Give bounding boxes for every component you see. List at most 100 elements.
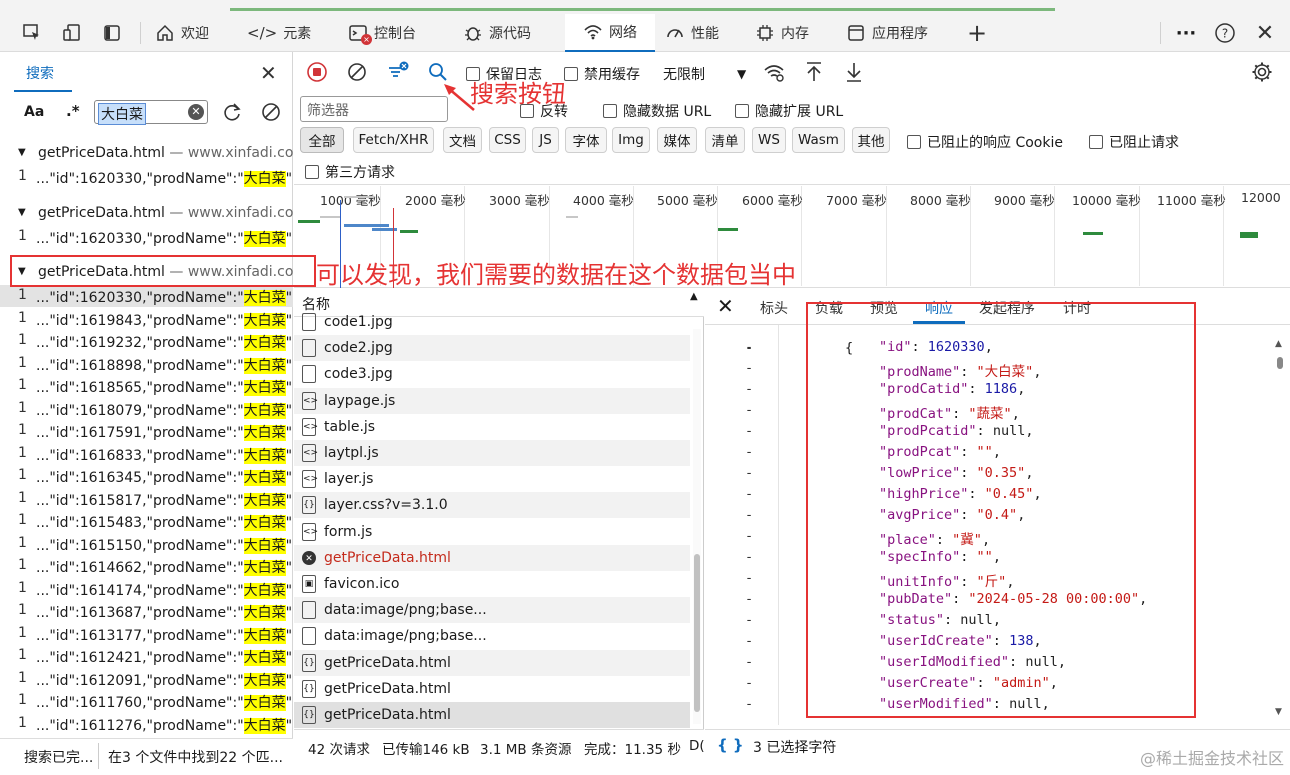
tab-performance[interactable]: 性能 (665, 14, 719, 52)
type-filter-other[interactable]: 其他 (852, 127, 890, 153)
filter-input[interactable]: 筛选器 (300, 96, 448, 122)
network-conditions-icon[interactable] (762, 60, 786, 84)
search-match-line[interactable]: 1 ..."id":1620330,"prodName":"大白菜",... (0, 166, 293, 188)
scrollbar-thumb[interactable] (694, 554, 700, 712)
search-panel-title[interactable]: 搜索 (26, 63, 54, 83)
search-match-line[interactable]: 1 ..."id":1619232,"prodName":"大白菜", (0, 330, 293, 352)
export-har-icon[interactable] (842, 60, 866, 84)
request-row[interactable]: code2.jpg (294, 335, 690, 362)
request-row[interactable]: {} getPriceData.html (294, 649, 690, 676)
type-filter-ws[interactable]: WS (752, 127, 786, 153)
tab-application[interactable]: 应用程序 (846, 14, 928, 52)
import-har-icon[interactable] (802, 60, 826, 84)
tab-payload[interactable]: 负载 (815, 298, 843, 318)
request-row[interactable]: {} layer.css?v=3.1.0 (294, 492, 690, 519)
clear-results-icon[interactable] (259, 100, 283, 124)
blocked-requests-checkbox[interactable]: 已阻止请求 (1089, 132, 1179, 152)
record-stop-icon[interactable] (306, 61, 328, 83)
tab-headers[interactable]: 标头 (760, 298, 788, 318)
tab-network[interactable]: 网络 (565, 14, 655, 52)
search-match-line[interactable]: 1 ..."id":1613687,"prodName":"大白菜", (0, 600, 293, 622)
request-row[interactable]: <> layer.js (294, 466, 690, 492)
request-row[interactable]: data:image/png;base... (294, 623, 690, 649)
hide-data-url-checkbox[interactable]: 隐藏数据 URL (603, 101, 711, 121)
request-row[interactable]: <> laytpl.js (294, 440, 690, 466)
blocked-cookie-checkbox[interactable]: 已阻止的响应 Cookie (907, 132, 1063, 152)
regex-toggle[interactable]: .* (66, 102, 80, 120)
tab-memory[interactable]: 内存 (755, 14, 809, 52)
tab-timing[interactable]: 计时 (1063, 298, 1091, 318)
scroll-down-icon[interactable]: ▼ (1275, 707, 1282, 717)
request-row[interactable]: <> laypage.js (294, 387, 690, 414)
tab-welcome[interactable]: 欢迎 (155, 14, 209, 52)
search-match-line[interactable]: 1 ..."id":1618079,"prodName":"大白菜", (0, 398, 293, 420)
more-menu-icon[interactable]: ··· (1174, 22, 1198, 44)
filter-toggle-icon[interactable] (386, 60, 410, 84)
request-row[interactable]: ✕ getPriceData.html (294, 544, 690, 571)
search-match-line[interactable]: 1 ..."id":1617591,"prodName":"大白菜", (0, 420, 293, 442)
search-result-file[interactable]: ▼ getPriceData.html — www.xinfadi.co... (0, 143, 293, 165)
dock-side-icon[interactable] (100, 22, 124, 44)
type-filter-js[interactable]: JS (532, 127, 559, 153)
search-match-line[interactable]: 1 ..."id":1618898,"prodName":"大白菜", (0, 353, 293, 375)
search-match-line[interactable]: 1 ..."id":1616833,"prodName":"大白菜", (0, 443, 293, 465)
disable-cache-checkbox[interactable]: 禁用缓存 (564, 64, 640, 84)
type-filter-doc[interactable]: 文档 (443, 127, 482, 153)
close-detail-icon[interactable]: ✕ (717, 294, 734, 318)
clear-search-icon[interactable]: ✕ (188, 104, 204, 120)
search-match-line[interactable]: 1 ..."id":1616345,"prodName":"大白菜", (0, 465, 293, 487)
type-filter-media[interactable]: 媒体 (657, 127, 697, 153)
type-filter-manifest[interactable]: 清单 (705, 127, 745, 153)
search-match-line[interactable]: 1 ..."id":1619843,"prodName":"大白菜", (0, 308, 293, 330)
request-row[interactable]: code1.jpg (294, 309, 690, 335)
close-devtools-icon[interactable]: ✕ (1253, 21, 1277, 46)
request-row[interactable]: {} getPriceData.html (294, 676, 690, 702)
search-match-line[interactable]: 1 ..."id":1620330,"prodName":"大白菜", (0, 285, 293, 307)
search-match-line[interactable]: 1 ..."id":1615150,"prodName":"大白菜", (0, 533, 293, 555)
search-match-line[interactable]: 1 ..."id":1611276,"prodName":"大白菜", (0, 713, 293, 735)
help-icon[interactable]: ? (1213, 21, 1237, 45)
tab-preview[interactable]: 预览 (870, 298, 898, 318)
clear-log-icon[interactable] (346, 61, 368, 83)
settings-gear-icon[interactable] (1250, 60, 1274, 84)
search-match-line[interactable]: 1 ..."id":1611760,"prodName":"大白菜", (0, 690, 293, 712)
match-case-toggle[interactable]: Aa (24, 104, 44, 120)
refresh-icon[interactable] (220, 100, 244, 124)
search-match-line[interactable]: 1 ..."id":1615817,"prodName":"大白菜", (0, 488, 293, 510)
tab-initiator[interactable]: 发起程序 (979, 298, 1035, 318)
throttle-select[interactable]: 无限制 ▼ (663, 64, 746, 84)
request-row[interactable]: {} getPriceData.html (294, 702, 690, 728)
add-tab-icon[interactable]: + (964, 19, 990, 47)
tab-sources[interactable]: 源代码 (463, 14, 531, 52)
request-row[interactable]: data:image/png;base... (294, 597, 690, 624)
search-match-line[interactable]: 1 ..."id":1615483,"prodName":"大白菜", (0, 510, 293, 532)
device-emulation-icon[interactable] (60, 22, 84, 44)
request-row[interactable]: <> table.js (294, 414, 690, 440)
hide-extension-url-checkbox[interactable]: 隐藏扩展 URL (735, 101, 843, 121)
request-row[interactable]: <> form.js (294, 519, 690, 545)
type-filter-wasm[interactable]: Wasm (792, 127, 845, 153)
inspect-element-icon[interactable] (20, 22, 44, 44)
search-match-line[interactable]: 1 ..."id":1612421,"prodName":"大白菜", (0, 645, 293, 667)
type-filter-css[interactable]: CSS (489, 127, 526, 153)
type-filter-fetch-xhr[interactable]: Fetch/XHR (353, 127, 434, 153)
request-row[interactable]: code3.jpg (294, 361, 690, 387)
search-match-line[interactable]: 1 ..."id":1618565,"prodName":"大白菜", (0, 375, 293, 397)
scroll-up-icon[interactable]: ▲ (1275, 339, 1282, 349)
request-row[interactable]: ▣ favicon.ico (294, 571, 690, 597)
search-match-line[interactable]: 1 ..."id":1614662,"prodName":"大白菜", (0, 555, 293, 577)
third-party-checkbox[interactable]: 第三方请求 (305, 162, 395, 182)
type-filter-all[interactable]: 全部 (300, 127, 344, 153)
pretty-print-icon[interactable]: { } (717, 736, 744, 754)
search-match-line[interactable]: 1 ..."id":1614174,"prodName":"大白菜", (0, 578, 293, 600)
type-filter-img[interactable]: Img (612, 127, 650, 153)
search-match-line[interactable]: 1 ..."id":1620330,"prodName":"大白菜",... (0, 226, 293, 248)
type-filter-font[interactable]: 字体 (565, 127, 607, 153)
search-result-file[interactable]: ▼ getPriceData.html — www.xinfadi.co... (0, 203, 293, 225)
search-input[interactable]: 大白菜 ✕ (94, 100, 208, 125)
search-result-file[interactable]: ▼ getPriceData.html — www.xinfadi.co... (0, 262, 293, 284)
scrollbar-thumb[interactable] (1277, 357, 1283, 369)
search-match-line[interactable]: 1 ..."id":1612091,"prodName":"大白菜", (0, 668, 293, 690)
search-match-line[interactable]: 1 ..."id":1613177,"prodName":"大白菜", (0, 623, 293, 645)
tab-console[interactable]: × 控制台 (348, 14, 416, 52)
